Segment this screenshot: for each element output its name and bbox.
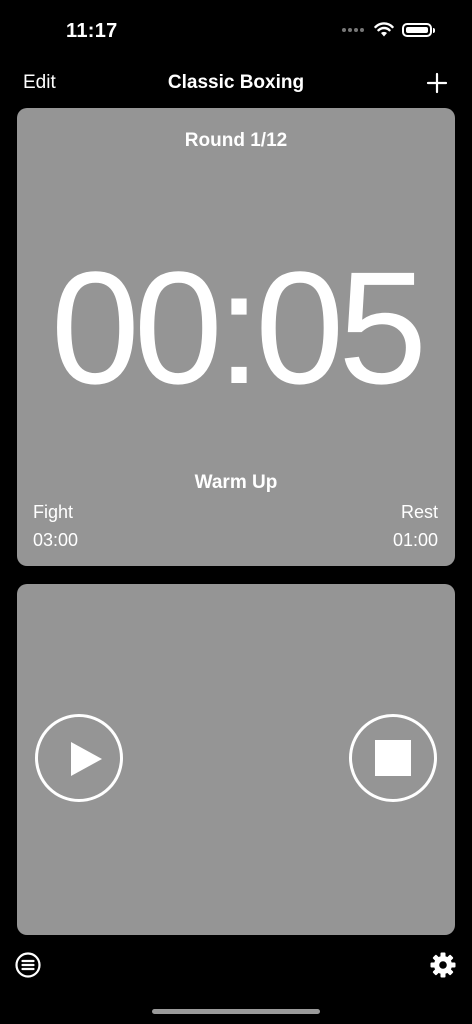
stop-icon <box>375 740 411 776</box>
battery-icon <box>402 22 435 37</box>
round-label: Round 1/12 <box>184 130 288 151</box>
home-indicator[interactable] <box>152 1009 320 1014</box>
page-title: Classic Boxing <box>167 72 305 93</box>
wifi-icon <box>374 22 394 37</box>
play-button[interactable] <box>35 714 123 802</box>
edit-button[interactable]: Edit <box>23 72 56 94</box>
timer-card: Round 1/12 00:05 Warm Up Fight 03:00 Res… <box>17 108 455 566</box>
controls-card <box>17 584 455 935</box>
countdown-display: 00:05 <box>50 238 427 417</box>
rest-duration: 01:00 <box>392 530 438 550</box>
stop-button[interactable] <box>349 714 437 802</box>
status-time: 11:17 <box>66 20 118 42</box>
rest-label: Rest <box>400 502 438 522</box>
status-icons <box>342 22 435 37</box>
fight-duration: 03:00 <box>33 530 79 550</box>
play-icon <box>71 742 102 776</box>
gear-icon[interactable] <box>430 952 456 978</box>
fight-label: Fight <box>33 502 74 522</box>
phase-label: Warm Up <box>194 472 278 493</box>
list-icon[interactable] <box>15 952 41 978</box>
plus-icon[interactable] <box>426 72 448 94</box>
cellular-signal-icon <box>342 27 364 32</box>
